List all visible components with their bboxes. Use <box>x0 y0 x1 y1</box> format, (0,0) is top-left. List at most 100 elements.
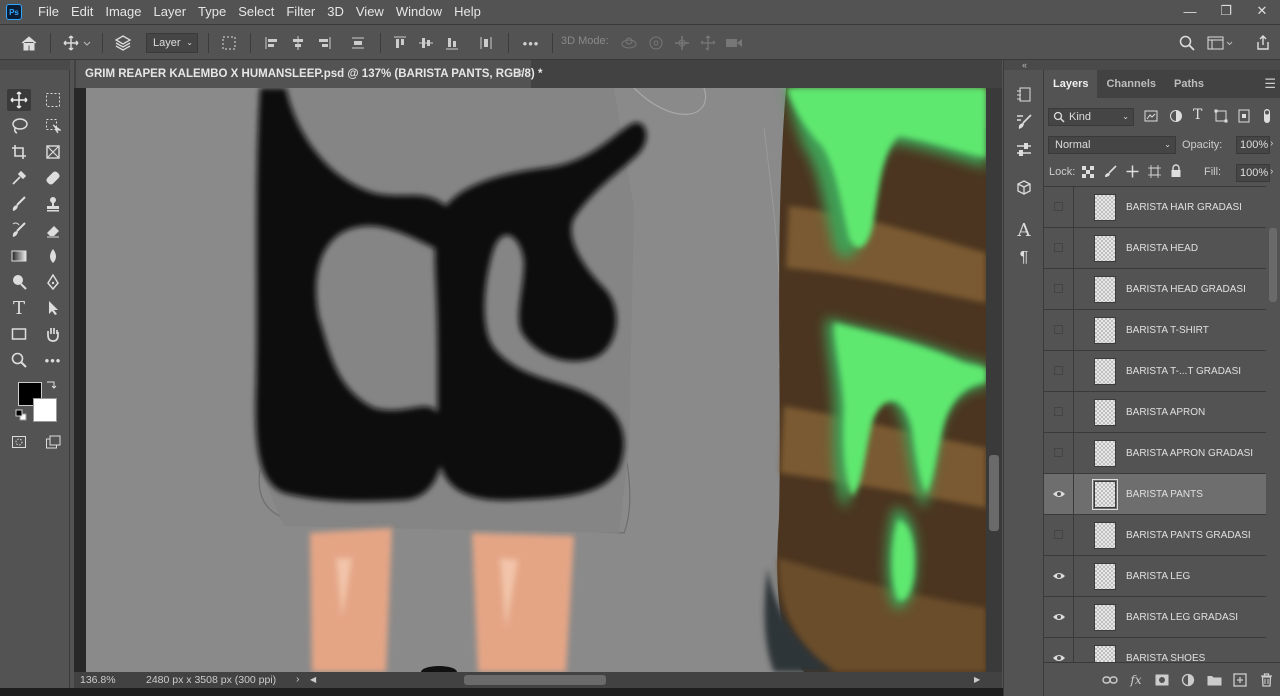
layer-row[interactable]: BARISTA LEG <box>1044 556 1266 597</box>
clone-stamp-tool-icon[interactable] <box>41 193 65 215</box>
opacity-field[interactable]: 100% <box>1236 136 1270 154</box>
visibility-toggle[interactable] <box>1054 325 1063 334</box>
align-bottom-icon[interactable] <box>442 33 462 53</box>
layer-row[interactable]: BARISTA HEAD GRADASI <box>1044 269 1266 310</box>
3d-panel-icon[interactable] <box>1012 176 1036 200</box>
eye-icon[interactable] <box>1048 566 1070 586</box>
fill-chevron-icon[interactable]: › <box>1270 166 1273 177</box>
lock-artboard-icon[interactable] <box>1148 165 1162 179</box>
layer-name[interactable]: BARISTA LEG <box>1126 556 1190 597</box>
visibility-toggle[interactable] <box>1054 243 1063 252</box>
tab-layers[interactable]: Layers <box>1044 70 1098 98</box>
fill-field[interactable]: 100% <box>1236 164 1270 182</box>
layer-thumbnail[interactable] <box>1094 399 1116 426</box>
close-tab-icon[interactable]: × <box>516 60 523 88</box>
layer-thumbnail[interactable] <box>1094 194 1116 221</box>
layers-panel-collapse-bar[interactable] <box>1044 60 1280 70</box>
layer-row[interactable]: BARISTA LEG GRADASI <box>1044 597 1266 638</box>
layer-thumbnail[interactable] <box>1094 317 1116 344</box>
more-options-icon[interactable]: ••• <box>518 33 544 53</box>
move-tool-icon[interactable] <box>60 33 94 53</box>
filter-pixel-layer-icon[interactable] <box>1144 109 1160 125</box>
distribute-vertical-icon[interactable] <box>476 33 496 53</box>
swap-colors-icon[interactable] <box>44 377 58 391</box>
link-layers-icon[interactable] <box>1102 672 1118 688</box>
menu-view[interactable]: View <box>350 0 390 24</box>
align-top-icon[interactable] <box>390 33 410 53</box>
adjustments-panel-icon[interactable] <box>1012 138 1036 162</box>
visibility-toggle[interactable] <box>1054 407 1063 416</box>
eye-icon[interactable] <box>1048 607 1070 627</box>
restore-button[interactable]: ❐ <box>1208 0 1244 22</box>
layer-thumbnail[interactable] <box>1094 563 1116 590</box>
share-icon[interactable] <box>1252 33 1274 53</box>
status-menu-arrow[interactable]: › <box>296 673 300 685</box>
rectangle-tool-icon[interactable] <box>7 323 31 345</box>
blur-tool-icon[interactable] <box>41 245 65 267</box>
layer-name[interactable]: BARISTA PANTS GRADASI <box>1126 515 1251 556</box>
quick-mask-icon[interactable] <box>7 431 31 453</box>
screen-mode-icon[interactable] <box>41 431 65 453</box>
search-icon[interactable] <box>1176 33 1198 53</box>
scroll-right-icon[interactable]: ▶ <box>974 675 980 684</box>
layer-name[interactable]: BARISTA T-SHIRT <box>1126 310 1209 351</box>
menu-help[interactable]: Help <box>448 0 487 24</box>
layer-thumbnail[interactable] <box>1094 645 1116 662</box>
marquee-tool-icon[interactable] <box>41 89 65 111</box>
menu-select[interactable]: Select <box>232 0 280 24</box>
background-color-swatch[interactable] <box>33 398 57 422</box>
character-panel-icon[interactable]: A <box>1012 218 1036 242</box>
dodge-tool-icon[interactable] <box>7 271 31 293</box>
history-brush-tool-icon[interactable] <box>7 219 31 241</box>
opacity-chevron-icon[interactable]: › <box>1270 138 1273 149</box>
tab-paths[interactable]: Paths <box>1165 70 1213 98</box>
menu-image[interactable]: Image <box>99 0 147 24</box>
horizontal-scroll-thumb[interactable] <box>464 675 606 685</box>
menu-type[interactable]: Type <box>192 0 232 24</box>
menu-3d[interactable]: 3D <box>321 0 350 24</box>
path-selection-tool-icon[interactable] <box>41 297 65 319</box>
gradient-tool-icon[interactable] <box>7 245 31 267</box>
layer-thumbnail[interactable] <box>1094 440 1116 467</box>
filter-shape-layer-icon[interactable] <box>1214 109 1230 125</box>
layer-row[interactable]: BARISTA APRON <box>1044 392 1266 433</box>
layer-name[interactable]: BARISTA APRON <box>1126 392 1205 433</box>
eraser-tool-icon[interactable] <box>41 219 65 241</box>
dock-collapse-icon[interactable]: « <box>1004 60 1045 70</box>
edit-toolbar-icon[interactable]: ••• <box>41 349 65 371</box>
menu-edit[interactable]: Edit <box>65 0 99 24</box>
object-selection-tool-icon[interactable] <box>41 115 65 137</box>
distribute-icon[interactable] <box>348 33 368 53</box>
layer-thumbnail[interactable] <box>1092 479 1118 510</box>
type-tool-icon[interactable]: T <box>7 297 31 319</box>
layer-row[interactable]: BARISTA T-SHIRT <box>1044 310 1266 351</box>
align-right-icon[interactable] <box>314 33 334 53</box>
home-icon[interactable] <box>18 33 40 53</box>
layer-name[interactable]: BARISTA HAIR GRADASI <box>1126 187 1242 228</box>
layer-thumbnail[interactable] <box>1094 522 1116 549</box>
document-tab[interactable]: GRIM REAPER KALEMBO X HUMANSLEEP.psd @ 1… <box>76 60 542 88</box>
canvas-scroll-thumb[interactable] <box>989 455 999 531</box>
lock-position-icon[interactable] <box>1126 165 1140 179</box>
history-panel-icon[interactable] <box>1012 82 1036 106</box>
align-middle-v-icon[interactable] <box>416 33 436 53</box>
lock-transparent-pixels-icon[interactable] <box>1082 166 1096 180</box>
filter-smart-object-icon[interactable] <box>1237 109 1253 125</box>
layer-name[interactable]: BARISTA HEAD GRADASI <box>1126 269 1246 310</box>
layer-row[interactable]: BARISTA PANTS <box>1044 474 1266 515</box>
workspace-icon[interactable] <box>1206 33 1234 53</box>
menu-file[interactable]: File <box>32 0 65 24</box>
eye-icon[interactable] <box>1048 648 1070 662</box>
default-colors-icon[interactable] <box>14 408 28 422</box>
delete-layer-icon[interactable] <box>1258 672 1274 688</box>
align-center-h-icon[interactable] <box>288 33 308 53</box>
lock-all-icon[interactable] <box>1170 164 1184 178</box>
layer-style-icon[interactable]: fx <box>1128 672 1144 688</box>
filter-adjustment-layer-icon[interactable] <box>1169 109 1185 125</box>
toolbar-collapse-bar[interactable] <box>0 60 70 70</box>
blend-mode-dropdown[interactable]: Normal ⌄ <box>1048 136 1176 154</box>
lasso-tool-icon[interactable] <box>7 115 31 137</box>
filter-kind-dropdown[interactable]: Kind ⌄ <box>1048 108 1134 126</box>
brush-tool-icon[interactable] <box>7 193 31 215</box>
layers-scroll-thumb[interactable] <box>1269 228 1277 302</box>
